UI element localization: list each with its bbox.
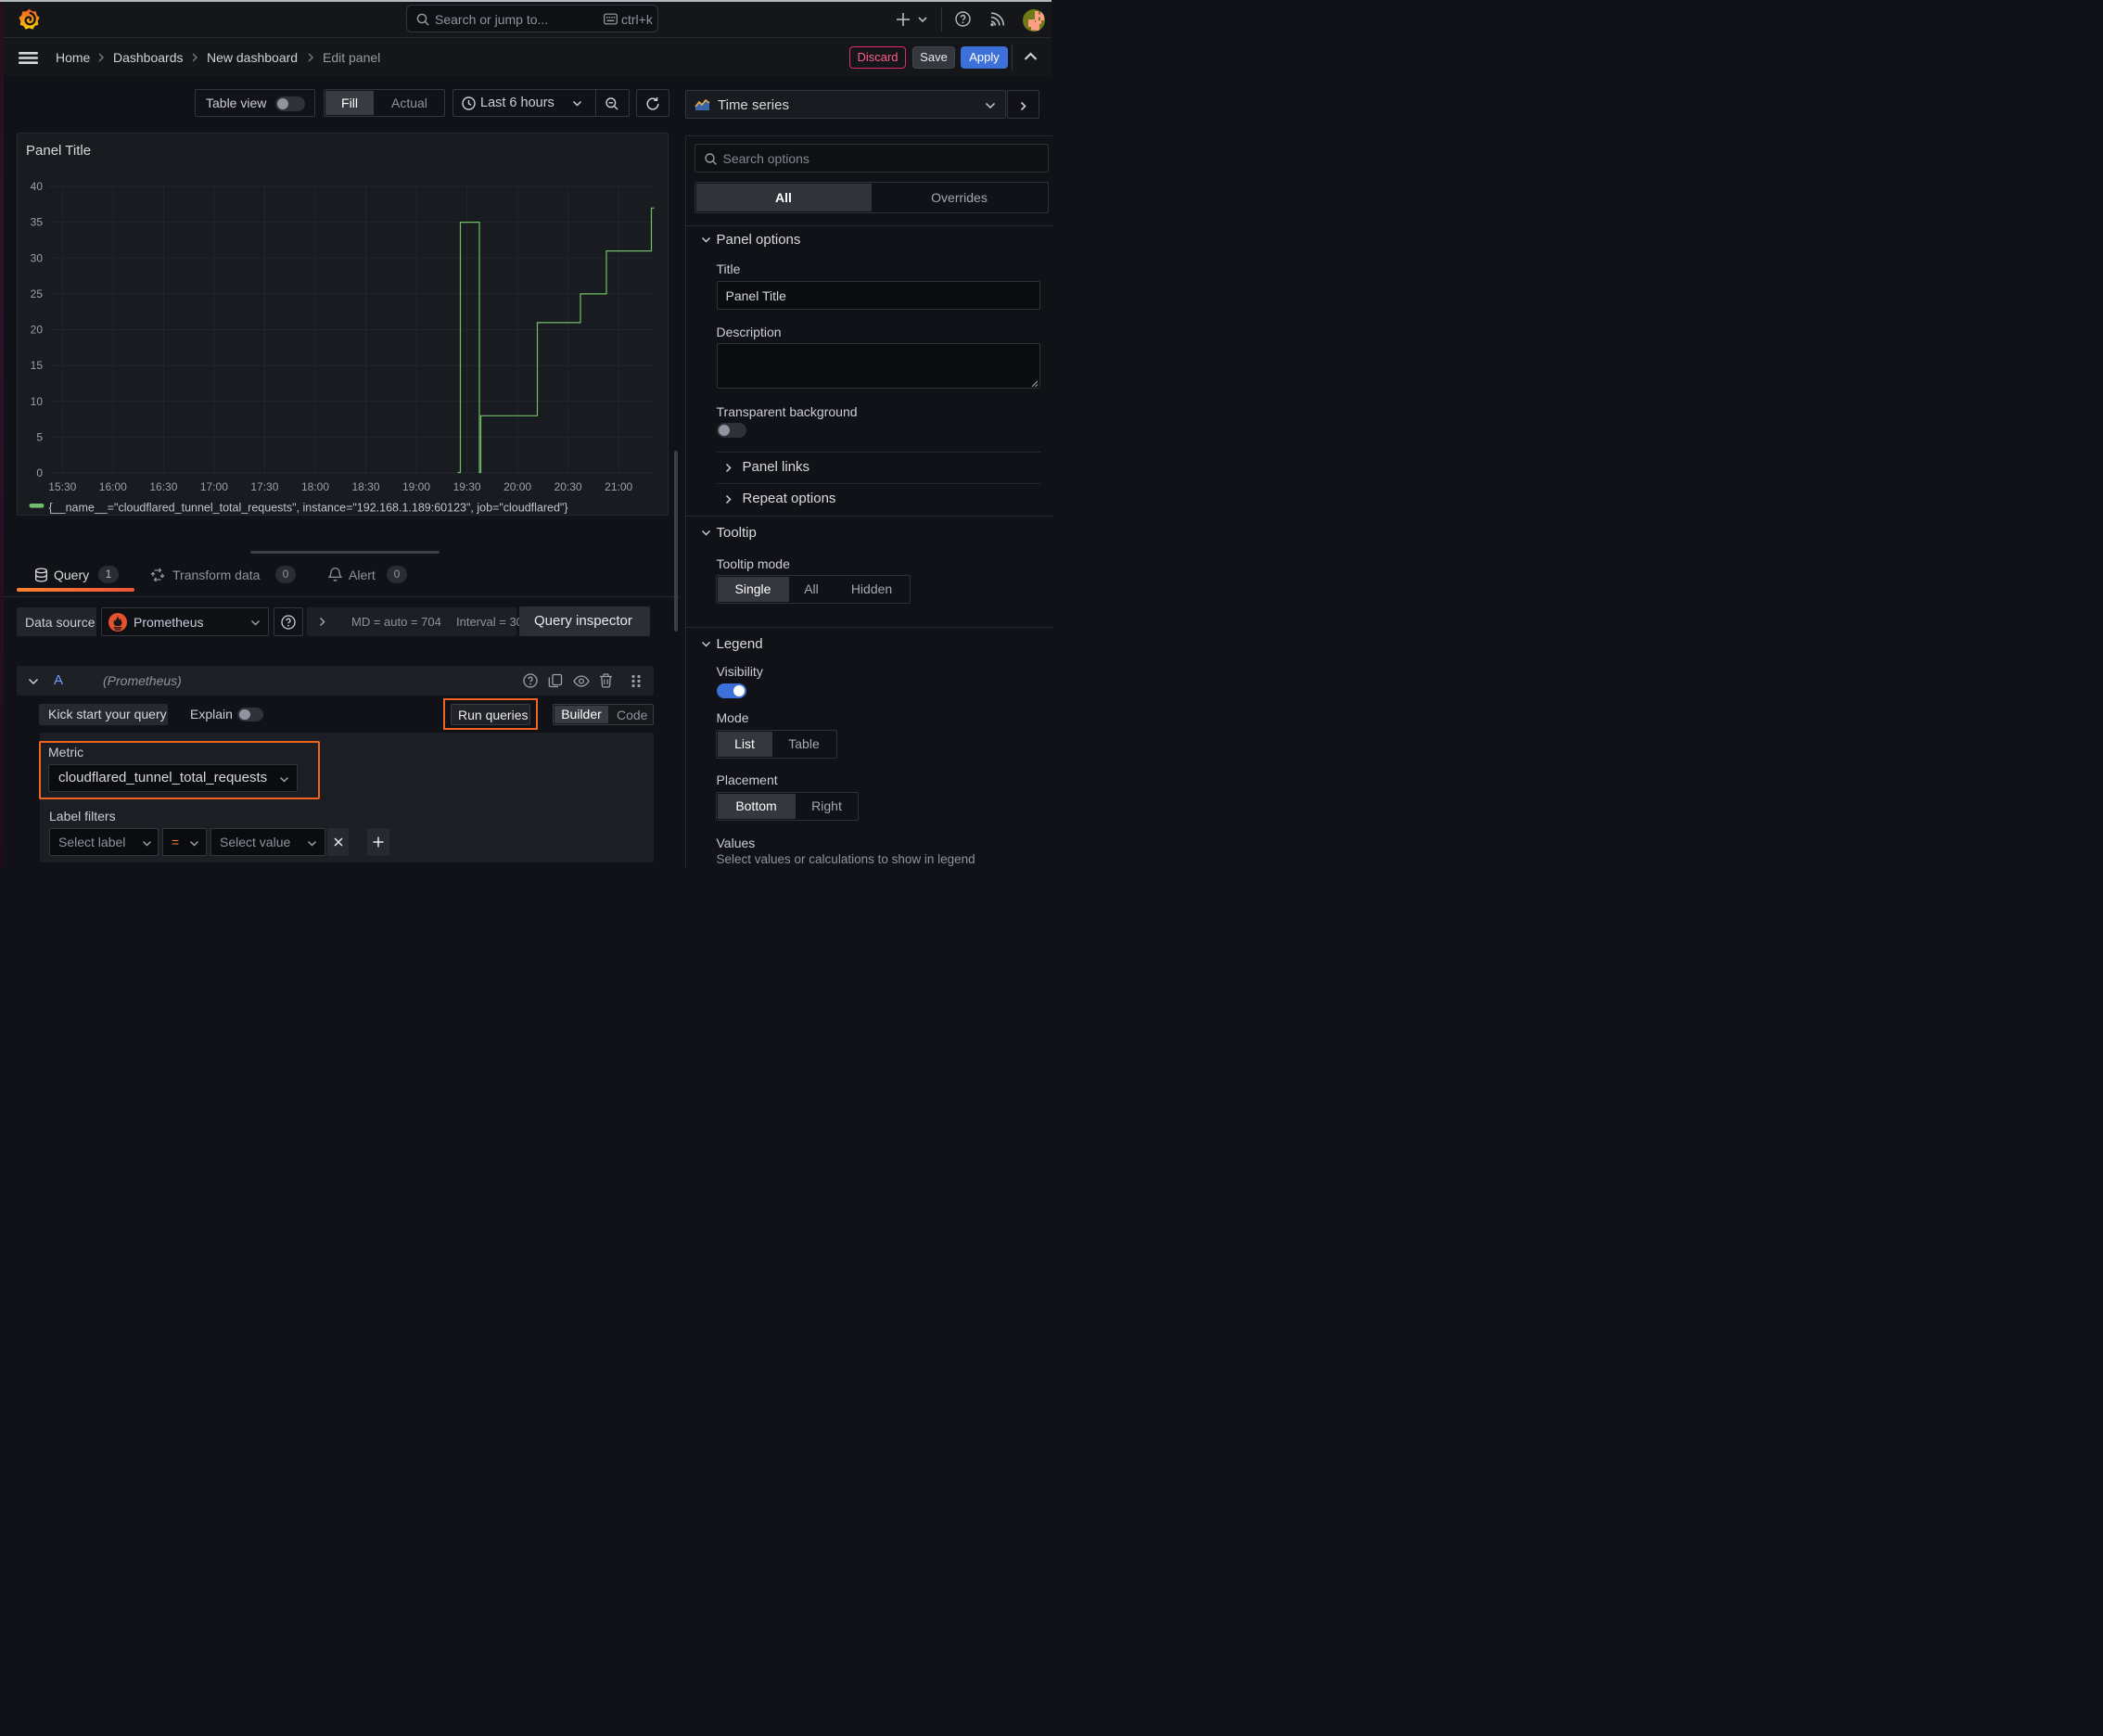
svg-text:20:00: 20:00 bbox=[503, 480, 531, 493]
svg-text:17:30: 17:30 bbox=[250, 480, 278, 493]
svg-text:35: 35 bbox=[31, 216, 44, 229]
svg-text:0: 0 bbox=[36, 466, 43, 479]
svg-text:16:00: 16:00 bbox=[99, 480, 127, 493]
svg-text:21:00: 21:00 bbox=[605, 480, 632, 493]
svg-text:18:00: 18:00 bbox=[301, 480, 329, 493]
svg-text:40: 40 bbox=[31, 180, 44, 193]
svg-text:20:30: 20:30 bbox=[554, 480, 582, 493]
svg-text:30: 30 bbox=[31, 251, 44, 264]
svg-text:19:00: 19:00 bbox=[402, 480, 430, 493]
svg-text:10: 10 bbox=[31, 395, 44, 408]
svg-text:20: 20 bbox=[31, 324, 44, 337]
svg-text:25: 25 bbox=[31, 287, 44, 300]
svg-text:5: 5 bbox=[36, 430, 43, 443]
svg-text:16:30: 16:30 bbox=[149, 480, 177, 493]
svg-text:15: 15 bbox=[31, 359, 44, 372]
svg-text:{__name__="cloudflared_tunnel_: {__name__="cloudflared_tunnel_total_requ… bbox=[49, 502, 568, 515]
svg-text:17:00: 17:00 bbox=[200, 480, 228, 493]
svg-text:19:30: 19:30 bbox=[453, 480, 481, 493]
svg-text:15:30: 15:30 bbox=[48, 480, 76, 493]
svg-text:18:30: 18:30 bbox=[351, 480, 379, 493]
